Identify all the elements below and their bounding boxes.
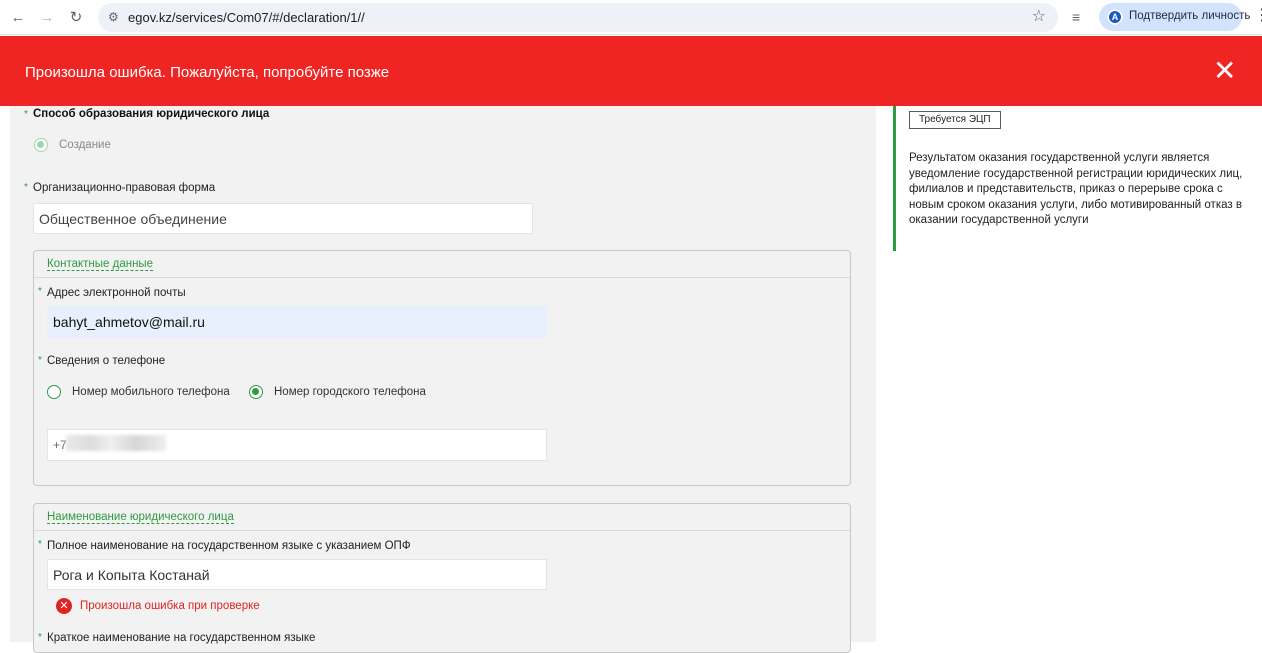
required-mark: *	[38, 355, 42, 366]
landline-phone-label: Номер городского телефона	[274, 386, 426, 398]
identity-label: Подтвердить личность	[1129, 10, 1251, 22]
required-mark: *	[24, 109, 28, 120]
service-result-description: Результатом оказания государственной усл…	[909, 152, 1243, 226]
site-settings-icon[interactable]: ⚙	[108, 9, 122, 25]
email-label: Адрес электронной почты	[47, 287, 186, 299]
error-banner: Произошла ошибка. Пожалуйста, попробуйте…	[0, 36, 1262, 106]
info-accent-bar	[893, 106, 896, 251]
formation-method-label: Способ образования юридического лица	[33, 108, 270, 120]
fieldset-header: Контактные данные	[34, 251, 850, 278]
ecp-required-badge: Требуется ЭЦП	[909, 111, 1001, 129]
redacted-phone-number	[66, 435, 166, 451]
required-mark: *	[38, 539, 42, 550]
browser-toolbar: ← → ↻ ⚙ egov.kz/services/Com07/#/declara…	[0, 0, 1262, 35]
legal-form-label: Организационно-правовая форма	[33, 182, 216, 194]
reload-icon[interactable]: ↻	[66, 8, 86, 28]
error-icon: ✕	[56, 598, 72, 614]
required-mark: *	[38, 632, 42, 643]
bookmark-star-icon[interactable]: ☆	[1032, 8, 1046, 26]
email-field[interactable]: bahyt_ahmetov@mail.ru	[47, 306, 547, 338]
browser-menu-icon[interactable]: ⋮	[1254, 6, 1262, 26]
phone-prefix: +7	[53, 438, 67, 452]
mobile-phone-label: Номер мобильного телефона	[72, 386, 230, 398]
reading-list-icon[interactable]: ≡	[1072, 8, 1080, 26]
required-mark: *	[38, 286, 42, 297]
formation-method-radio[interactable]	[34, 138, 48, 152]
contacts-legend[interactable]: Контактные данные	[47, 258, 154, 271]
close-icon[interactable]: ✕	[1213, 57, 1236, 85]
address-bar[interactable]: ⚙ egov.kz/services/Com07/#/declaration/1…	[98, 3, 1058, 32]
required-mark: *	[24, 182, 28, 193]
fieldset-header: Наименование юридического лица	[34, 504, 850, 531]
back-icon[interactable]: ←	[8, 8, 28, 28]
legal-form-field[interactable]: Общественное объединение	[33, 203, 533, 234]
url-text[interactable]: egov.kz/services/Com07/#/declaration/1//	[128, 10, 365, 25]
full-name-field[interactable]: Рога и Копыта Костанай	[47, 559, 547, 590]
short-name-label: Краткое наименование на государственном …	[47, 632, 316, 644]
avatar: A	[1107, 9, 1123, 25]
validation-error-message: Произошла ошибка при проверке	[80, 600, 260, 612]
error-banner-message: Произошла ошибка. Пожалуйста, попробуйте…	[25, 64, 390, 81]
entity-name-legend[interactable]: Наименование юридического лица	[47, 511, 234, 524]
mobile-phone-radio[interactable]	[47, 385, 61, 399]
landline-phone-radio[interactable]	[249, 385, 263, 399]
full-name-label: Полное наименование на государственном я…	[47, 540, 411, 552]
formation-method-option: Создание	[59, 139, 111, 151]
identity-button[interactable]: A Подтвердить личность	[1099, 3, 1250, 31]
phone-info-label: Сведения о телефоне	[47, 355, 166, 367]
forward-icon[interactable]: →	[37, 8, 57, 28]
